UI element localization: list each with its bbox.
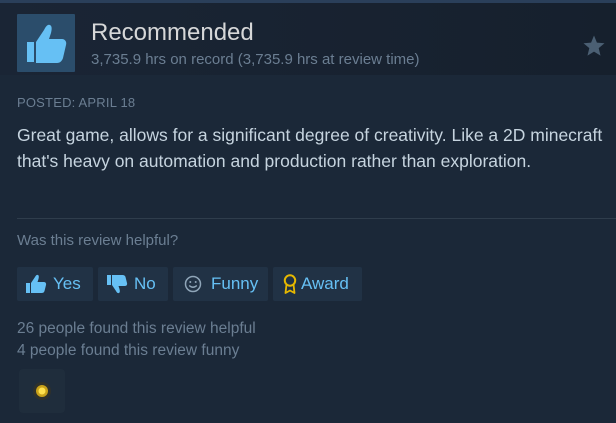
star-icon[interactable] [582,34,606,58]
award-button[interactable]: Award [273,267,362,301]
funny-button[interactable]: Funny [173,267,268,301]
thumbs-up-icon [26,274,47,293]
award-badge-icon [33,382,51,400]
award-label: Award [301,274,349,293]
no-label: No [134,274,156,293]
yes-label: Yes [53,274,81,293]
review-text: Great game, allows for a significant deg… [17,125,603,171]
funny-count: 4 people found this review funny [17,342,240,359]
hours-on-record: 3,735.9 hrs on record (3,735.9 hrs at re… [91,51,420,68]
funny-label: Funny [211,274,259,293]
helpful-count: 26 people found this review helpful [17,320,256,337]
thumbs-up-icon [27,24,67,63]
no-button[interactable]: No [98,267,168,301]
divider [17,218,616,219]
posted-date: POSTED: APRIL 18 [17,95,136,110]
review-header: Recommended 3,735.9 hrs on record (3,735… [0,3,616,75]
recommended-badge[interactable] [17,14,75,72]
received-award[interactable] [19,369,65,413]
thumbs-down-icon [107,275,128,294]
yes-button[interactable]: Yes [17,267,93,301]
smiley-icon [184,275,202,293]
award-ribbon-icon [283,274,297,294]
helpful-question: Was this review helpful? [17,232,179,249]
review-verdict[interactable]: Recommended [91,19,254,47]
